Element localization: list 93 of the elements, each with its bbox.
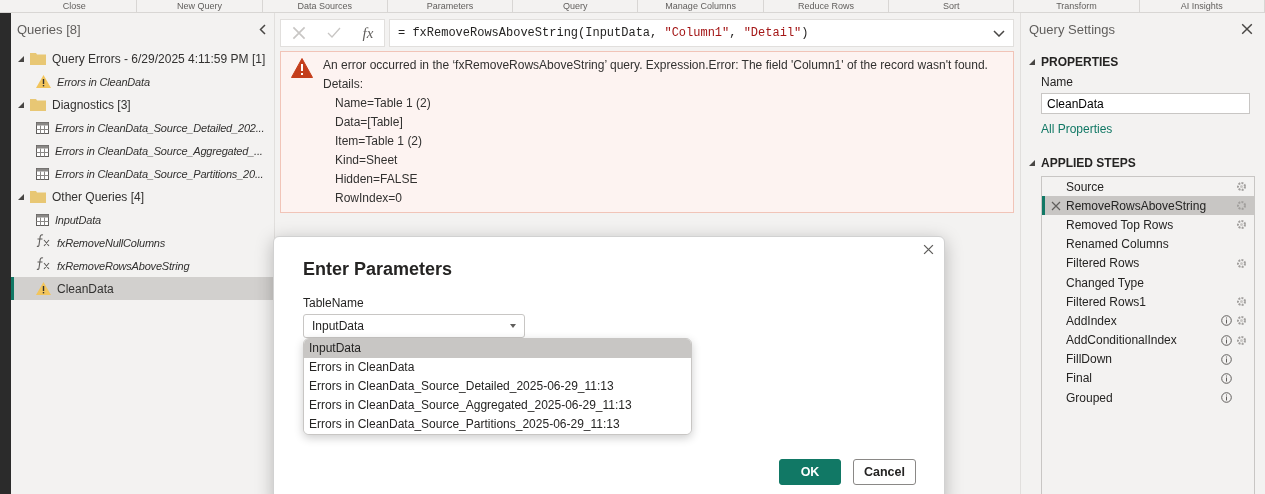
info-icon[interactable] — [1221, 372, 1232, 384]
dropdown-option[interactable]: InputData — [304, 339, 691, 358]
table-icon — [36, 121, 49, 134]
table-icon — [36, 144, 49, 157]
error-detail: Data=[Table] — [334, 115, 404, 130]
collapse-chevron-icon[interactable] — [259, 23, 266, 35]
queries-title: Queries [8] — [17, 21, 81, 37]
applied-step[interactable]: AddConditionalIndex — [1042, 330, 1254, 350]
applied-step[interactable]: Renamed Columns — [1042, 234, 1254, 254]
warning-icon — [36, 282, 51, 295]
ok-button[interactable]: OK — [779, 459, 841, 485]
ribbon-group-label: Sort — [889, 0, 1015, 12]
dialog-title: Enter Parameters — [303, 259, 454, 280]
expand-caret-icon[interactable] — [18, 193, 24, 200]
formula-field[interactable]: = fxRemoveRowsAboveString(InputData, "Column1", "Detail") — [389, 19, 1014, 47]
name-label: Name — [1040, 75, 1074, 89]
gear-icon[interactable] — [1236, 334, 1247, 346]
gear-icon[interactable] — [1236, 181, 1247, 193]
error-detail: Item=Table 1 (2) — [334, 134, 424, 149]
ribbon-group-label: Manage Columns — [638, 0, 764, 12]
warning-icon — [291, 58, 313, 78]
applied-steps-heading: APPLIED STEPS — [1041, 156, 1136, 170]
warning-icon — [36, 75, 51, 88]
ribbon-group-label: Transform — [1014, 0, 1140, 12]
query-item[interactable]: Diagnostics [3] — [11, 93, 274, 116]
applied-step[interactable]: Changed Type — [1042, 272, 1254, 293]
applied-step[interactable]: Removed Top Rows — [1042, 215, 1254, 235]
fx-button[interactable]: fx — [362, 24, 374, 42]
applied-step[interactable]: RemoveRowsAboveString — [1042, 196, 1254, 216]
applied-step[interactable]: Filtered Rows — [1042, 253, 1254, 273]
applied-step[interactable]: Filtered Rows1 — [1042, 292, 1254, 312]
error-message: An error occurred in the ‘fxRemoveRowsAboveString’ query. Expression.Error: The field 'Column1' of the record wasn't found. — [323, 58, 988, 73]
check-icon[interactable] — [327, 27, 342, 39]
query-item[interactable]: fxRemoveNullColumns — [11, 231, 274, 254]
expand-caret-icon[interactable] — [18, 101, 24, 108]
query-item[interactable]: InputData — [11, 208, 274, 231]
info-icon[interactable] — [1221, 334, 1232, 346]
info-icon[interactable] — [1221, 392, 1232, 404]
applied-step[interactable]: Grouped — [1042, 388, 1254, 408]
folder-icon — [30, 98, 46, 111]
ribbon-group-label: Reduce Rows — [763, 0, 890, 12]
ribbon-group-label: Data Sources — [262, 0, 388, 12]
query-item[interactable]: CleanData — [11, 277, 274, 300]
applied-step[interactable]: FillDown — [1042, 349, 1254, 369]
info-icon[interactable] — [1221, 315, 1232, 327]
query-item[interactable]: fxRemoveRowsAboveString — [11, 254, 274, 277]
query-item[interactable]: Errors in CleanData_Source_Detailed_202... — [11, 116, 274, 139]
applied-step[interactable]: Source — [1042, 177, 1254, 197]
all-properties-link[interactable]: All Properties — [1041, 122, 1255, 136]
query-item[interactable]: Errors in CleanData_Source_Partitions_20... — [11, 162, 274, 185]
ribbon-group-label: Parameters — [387, 0, 514, 12]
error-detail: Name=Table 1 (2) — [334, 96, 432, 111]
chevron-down-icon[interactable] — [993, 29, 1005, 37]
table-icon — [36, 167, 49, 180]
table-icon — [36, 213, 49, 226]
info-icon[interactable] — [1221, 353, 1232, 365]
dropdown-option[interactable]: Errors in CleanData_Source_Detailed_2025-06-29_11:13 — [304, 377, 691, 396]
query-item[interactable]: Other Queries [4] — [11, 185, 274, 208]
query-item[interactable]: Query Errors - 6/29/2025 4:11:59 PM [1] — [11, 47, 274, 70]
gear-icon[interactable] — [1236, 257, 1247, 269]
ribbon-group-label: Query — [513, 0, 639, 12]
folder-icon — [30, 52, 46, 65]
details-label: Details: — [323, 77, 364, 92]
gear-icon[interactable] — [1236, 219, 1247, 231]
name-input[interactable]: CleanData — [1041, 93, 1250, 114]
properties-heading: PROPERTIES — [1041, 55, 1119, 69]
dropdown-option[interactable]: Errors in CleanData_Source_Partitions_2025-06-29_11:13 — [304, 415, 691, 434]
ribbon-group-label: AI Insights — [1139, 0, 1265, 12]
gear-icon[interactable] — [1236, 315, 1247, 327]
applied-step[interactable]: Final — [1042, 368, 1254, 389]
ribbon-group-label: New Query — [137, 0, 263, 12]
dropdown-option[interactable]: Errors in CleanData — [304, 358, 691, 377]
table-name-dropdown[interactable]: InputData — [303, 314, 525, 338]
dropdown-arrow-icon — [510, 324, 516, 328]
ribbon-group-label: Close — [12, 0, 138, 12]
expand-caret-icon[interactable] — [1029, 160, 1035, 166]
expand-caret-icon[interactable] — [18, 55, 24, 62]
error-detail: RowIndex=0 — [334, 191, 404, 206]
error-detail: Hidden=FALSE — [334, 172, 419, 187]
delete-step-icon[interactable] — [1051, 200, 1061, 211]
query-item[interactable]: Errors in CleanData — [11, 70, 274, 93]
dropdown-option[interactable]: Errors in CleanData_Source_Aggregated_2025-06-29_11:13 — [304, 396, 691, 415]
expand-caret-icon[interactable] — [1029, 59, 1035, 65]
error-detail: Kind=Sheet — [334, 153, 399, 168]
close-icon — [923, 244, 934, 255]
table-name-label: TableName — [303, 296, 365, 310]
gear-icon[interactable] — [1236, 296, 1247, 308]
applied-step[interactable]: AddIndex — [1042, 311, 1254, 331]
query-settings-title: Query Settings — [1029, 21, 1115, 37]
folder-icon — [30, 190, 46, 203]
cancel-button[interactable]: Cancel — [853, 459, 916, 485]
close-icon[interactable] — [1241, 23, 1253, 35]
query-item[interactable]: Errors in CleanData_Source_Aggregated_... — [11, 139, 274, 162]
